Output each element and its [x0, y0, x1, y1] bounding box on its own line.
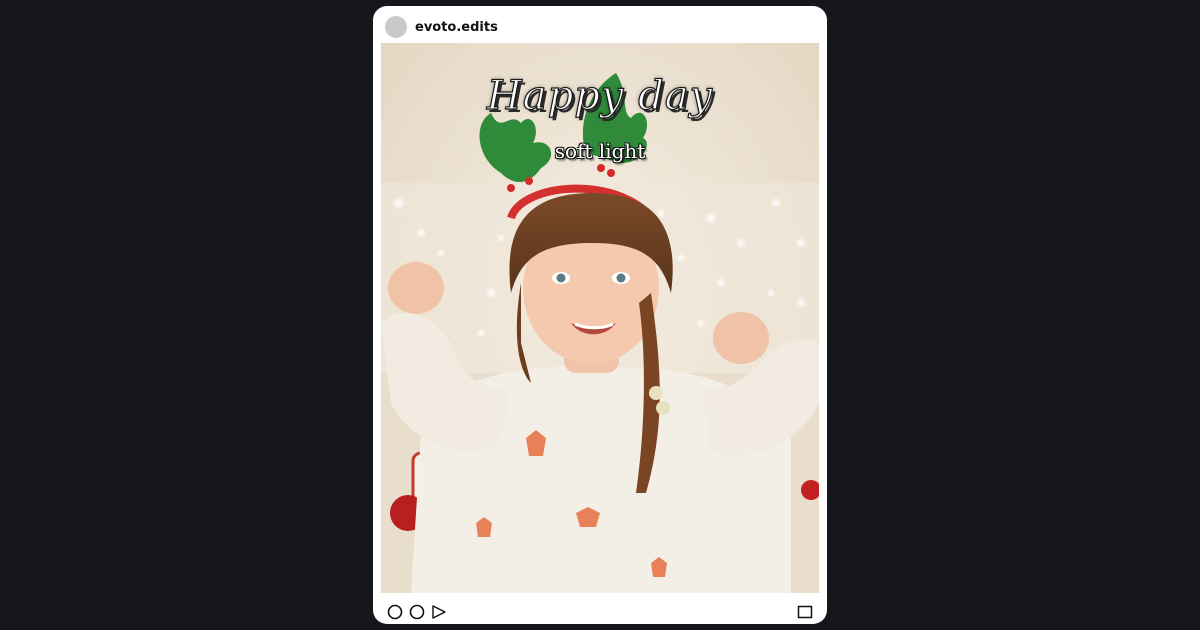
caption-subtitle: soft light: [554, 139, 646, 163]
post-card: evoto.edits Happy day soft light: [373, 6, 827, 624]
post-image: Happy day soft light: [381, 43, 819, 593]
save-icon[interactable]: [797, 604, 813, 620]
post-header: evoto.edits: [373, 6, 827, 44]
username[interactable]: evoto.edits: [415, 20, 498, 35]
post-footer: [373, 598, 827, 624]
like-icon[interactable]: [387, 604, 403, 620]
share-icon[interactable]: [431, 604, 447, 620]
avatar[interactable]: [385, 16, 407, 38]
photo-illustration: [381, 43, 819, 593]
comment-icon[interactable]: [409, 604, 425, 620]
caption-title: Happy day: [486, 72, 714, 119]
